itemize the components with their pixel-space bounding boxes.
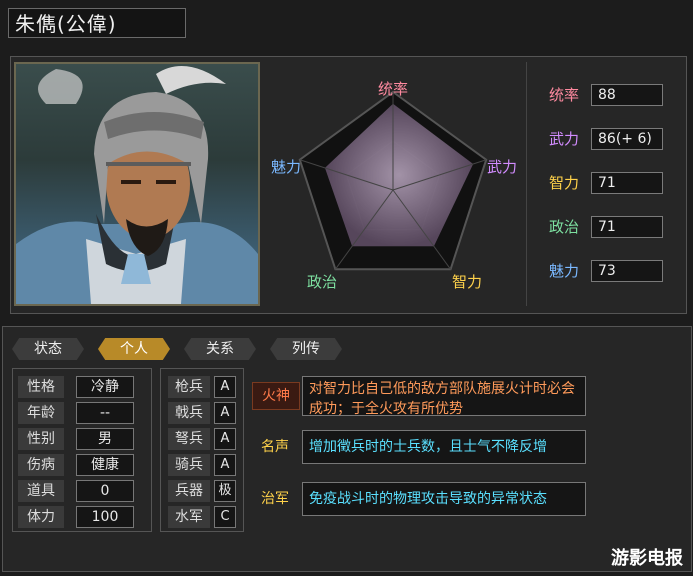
portrait-illustration: [16, 66, 258, 304]
general-portrait: [14, 62, 260, 306]
stats-radar-area: 统率 武力 智力 政治 魅力: [262, 62, 524, 306]
troop-value: 极: [214, 480, 236, 502]
troop-label: 骑兵: [168, 454, 210, 476]
troop-label: 水军: [168, 506, 210, 528]
skill-name-fire-god[interactable]: 火神: [252, 382, 300, 410]
stat-value: 73: [591, 260, 663, 282]
attr-label: 性别: [18, 428, 64, 450]
skill-desc-fame: 增加徵兵时的士兵数，且士气不降反增: [302, 430, 586, 464]
attr-value: 男: [76, 428, 134, 450]
troop-value: A: [214, 402, 236, 424]
stat-value: 71: [591, 172, 663, 194]
troop-value: A: [214, 376, 236, 398]
stat-value: 71: [591, 216, 663, 238]
attr-label: 伤病: [18, 454, 64, 476]
attr-value: 0: [76, 480, 134, 502]
troop-label: 戟兵: [168, 402, 210, 424]
skill-name-fame[interactable]: 名声: [252, 434, 298, 460]
stats-radar-chart: 统率 武力 智力 政治 魅力: [271, 80, 517, 291]
troop-value: A: [214, 454, 236, 476]
watermark-text: 游影电报: [611, 548, 683, 569]
troop-label: 兵器: [168, 480, 210, 502]
radar-label-force: 武力: [487, 158, 517, 176]
stat-label: 武力: [549, 130, 580, 148]
attr-value: 100: [76, 506, 134, 528]
stat-label: 统率: [549, 86, 580, 104]
stat-value: 88: [591, 84, 663, 106]
attr-value: --: [76, 402, 134, 424]
attr-label: 年龄: [18, 402, 64, 424]
attr-value: 冷静: [76, 376, 134, 398]
skill-name-army-discipline[interactable]: 治军: [252, 486, 298, 512]
stat-label: 魅力: [549, 262, 580, 280]
tab-biography[interactable]: 列传: [270, 338, 342, 360]
skill-desc-army-discipline: 免疫战斗时的物理攻击导致的异常状态: [302, 482, 586, 516]
attr-label: 性格: [18, 376, 64, 398]
general-name-title: 朱儁(公偉): [8, 8, 186, 38]
troop-label: 弩兵: [168, 428, 210, 450]
tab-personal[interactable]: 个人: [98, 338, 170, 360]
radar-label-charisma: 魅力: [271, 158, 301, 176]
stat-label: 政治: [549, 218, 580, 236]
attr-label: 道具: [18, 480, 64, 502]
stats-list: 统率 88 武力 86(+ 6) 智力 71 政治 71 魅力 73: [526, 62, 683, 306]
radar-label-command: 统率: [378, 80, 408, 98]
troop-value: A: [214, 428, 236, 450]
radar-label-intelligence: 智力: [452, 273, 482, 291]
troop-label: 枪兵: [168, 376, 210, 398]
stat-value: 86(+ 6): [591, 128, 663, 150]
attr-value: 健康: [76, 454, 134, 476]
stat-label: 智力: [549, 174, 580, 192]
tab-relations[interactable]: 关系: [184, 338, 256, 360]
skill-desc-fire-god: 对智力比自己低的敌方部队施展火计时必会成功；于全火攻有所优势: [302, 376, 586, 417]
troop-value: C: [214, 506, 236, 528]
attr-label: 体力: [18, 506, 64, 528]
tab-status[interactable]: 状态: [12, 338, 84, 360]
radar-label-politics: 政治: [307, 273, 337, 291]
